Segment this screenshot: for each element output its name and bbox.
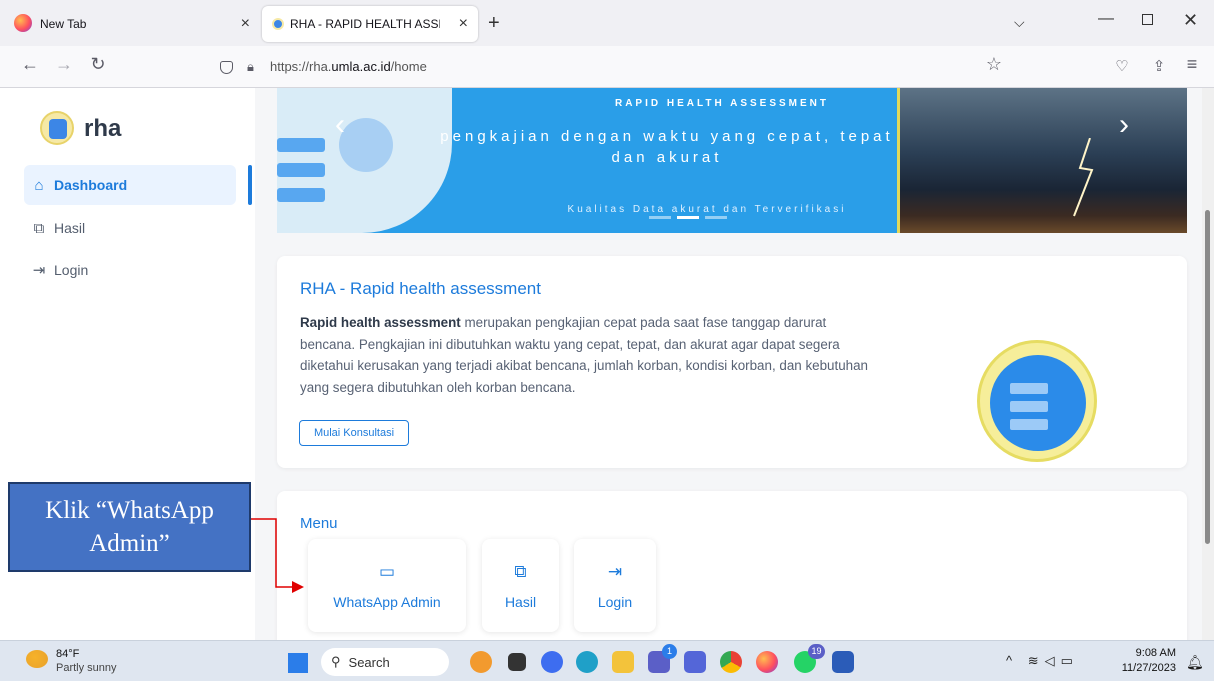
sidebar-item-label: Hasil <box>54 220 86 236</box>
weather-sun-icon <box>26 650 48 668</box>
tab-title: New Tab <box>40 17 87 31</box>
menu-hamburger-icon[interactable]: ≡ <box>1180 54 1204 75</box>
banner-tagline: RAPID HEALTH ASSESSMENT <box>614 98 829 109</box>
scrollbar-thumb[interactable] <box>1205 210 1210 544</box>
search-icon: ⚲ <box>331 654 341 669</box>
weather-condition: Partly sunny <box>56 662 117 674</box>
storm-image <box>897 88 1187 233</box>
url-bar[interactable]: https://rha.umla.ac.id/home <box>270 59 427 74</box>
copy-icon: ⧉ <box>33 219 45 237</box>
callout-arrow <box>251 518 304 593</box>
carousel-next-icon[interactable]: › <box>1119 108 1129 142</box>
search-placeholder: Search <box>348 654 390 670</box>
banner-illustration <box>277 88 452 233</box>
close-window-icon[interactable]: ✕ <box>1183 10 1198 31</box>
menu-item-hasil[interactable]: ⧉ Hasil <box>482 539 559 632</box>
battery-icon[interactable]: ▭ <box>1061 653 1079 668</box>
url-prefix: https://rha. <box>270 59 332 74</box>
widgets-icon[interactable] <box>470 651 492 673</box>
restore-icon[interactable] <box>1142 14 1153 25</box>
start-consultation-button[interactable]: Mulai Konsultasi <box>299 420 409 446</box>
share-icon[interactable]: ⇪ <box>1147 57 1171 75</box>
browser-nav-bar: ← → ↻ 🔒︎ https://rha.umla.ac.id/home ☆ ♡… <box>0 46 1214 88</box>
sidebar-item-login[interactable]: ⇥ Login <box>24 250 236 290</box>
login-icon: ⇥ <box>32 262 46 279</box>
site-favicon-icon <box>272 18 284 30</box>
windows-taskbar: 84°F Partly sunny ⚲ Search 1 19 ^ ≋◁▭ 9:08… <box>0 640 1214 681</box>
lead-text: Rapid health assessment <box>300 315 461 330</box>
menu-item-label: WhatsApp Admin <box>333 593 441 610</box>
hero-carousel: ‹ › RAPID HEALTH ASSESSMENT pengkajian d… <box>277 88 1187 233</box>
tab-list-chevron-icon[interactable]: ⌵ <box>1014 14 1025 31</box>
back-icon[interactable]: ← <box>18 54 42 75</box>
firefox-taskbar-icon[interactable] <box>756 651 778 673</box>
card-description: Rapid health assessment merupakan pengka… <box>300 312 870 398</box>
minimize-icon[interactable]: — <box>1098 10 1114 28</box>
menu-item-login[interactable]: ⇥ Login <box>574 539 656 632</box>
health-illustration <box>977 340 1097 462</box>
wifi-icon[interactable]: ≋ <box>1028 653 1045 668</box>
tab-title: RHA - RAPID HEALTH ASSESSM <box>290 17 440 31</box>
carousel-prev-icon[interactable]: ‹ <box>335 108 345 142</box>
zoom-icon[interactable] <box>541 651 563 673</box>
url-path: /home <box>390 59 427 74</box>
bookmark-star-icon[interactable]: ☆ <box>982 54 1006 75</box>
taskbar-clock[interactable]: 9:08 AM 11/27/2023 <box>1110 646 1176 676</box>
whatsapp-badge: 19 <box>808 644 825 659</box>
taskbar-search-box[interactable]: ⚲ Search <box>321 648 449 676</box>
tracking-shield-icon[interactable] <box>220 61 233 74</box>
carousel-indicators[interactable] <box>649 216 727 219</box>
intro-card: RHA - Rapid health assessment Rapid heal… <box>277 256 1187 468</box>
system-tray[interactable]: ^ ≋◁▭ <box>1006 653 1079 669</box>
rha-logo-icon <box>40 111 74 145</box>
volume-icon[interactable]: ◁ <box>1045 653 1061 668</box>
chrome-icon[interactable] <box>720 651 742 673</box>
date: 11/27/2023 <box>1121 662 1176 674</box>
home-icon: ⌂ <box>34 176 44 194</box>
chat-icon: ▭ <box>378 561 396 581</box>
sidebar-item-label: Dashboard <box>54 177 128 193</box>
teams-badge: 1 <box>662 644 677 659</box>
menu-card: Menu ▭ WhatsApp Admin ⧉ Hasil ⇥ Login <box>277 491 1187 640</box>
sidebar-item-label: Login <box>54 262 89 278</box>
active-indicator <box>248 165 252 205</box>
task-view-icon[interactable] <box>508 653 526 671</box>
pocket-icon[interactable]: ♡ <box>1110 57 1134 75</box>
windows-start-icon[interactable] <box>288 653 308 673</box>
sidebar-item-hasil[interactable]: ⧉ Hasil <box>24 208 236 248</box>
time: 9:08 AM <box>1135 647 1176 659</box>
new-tab-button[interactable]: + <box>488 12 500 35</box>
tab-rha[interactable]: RHA - RAPID HEALTH ASSESSM × <box>262 6 478 42</box>
temperature: 84°F <box>56 648 80 660</box>
menu-item-label: Login <box>597 593 633 610</box>
menu-item-whatsapp-admin[interactable]: ▭ WhatsApp Admin <box>308 539 466 632</box>
login-icon: ⇥ <box>607 561 623 581</box>
brand-name: rha <box>84 115 122 142</box>
vscode-like-icon[interactable] <box>684 651 706 673</box>
notification-bell-icon[interactable]: 🔔︎ <box>1186 654 1204 671</box>
lock-icon[interactable]: 🔒︎ <box>247 59 254 75</box>
instruction-callout: Klik “WhatsApp Admin” <box>8 482 251 572</box>
close-tab-icon[interactable]: × <box>459 15 468 33</box>
tray-chevron-icon[interactable]: ^ <box>1006 653 1018 668</box>
page-scrollbar[interactable] <box>1202 88 1214 640</box>
sidebar-item-dashboard[interactable]: ⌂ Dashboard <box>24 165 236 205</box>
edge-icon[interactable] <box>576 651 598 673</box>
card-title: RHA - Rapid health assessment <box>300 279 541 298</box>
menu-item-label: Hasil <box>504 593 537 610</box>
word-icon[interactable] <box>832 651 854 673</box>
file-explorer-icon[interactable] <box>612 651 634 673</box>
forward-icon[interactable]: → <box>52 54 76 75</box>
reload-icon[interactable]: ↻ <box>86 54 110 75</box>
close-tab-icon[interactable]: × <box>241 15 250 33</box>
copy-icon: ⧉ <box>514 561 527 581</box>
browser-tab-bar: New Tab × RHA - RAPID HEALTH ASSESSM × +… <box>0 0 1214 46</box>
url-domain: umla.ac.id <box>331 59 391 74</box>
banner-subline: Kualitas Data akurat dan Terverifikasi <box>567 204 847 215</box>
tab-new-tab[interactable]: New Tab × <box>30 6 260 42</box>
banner-headline: pengkajian dengan waktu yang cepat, tepa… <box>440 128 894 166</box>
